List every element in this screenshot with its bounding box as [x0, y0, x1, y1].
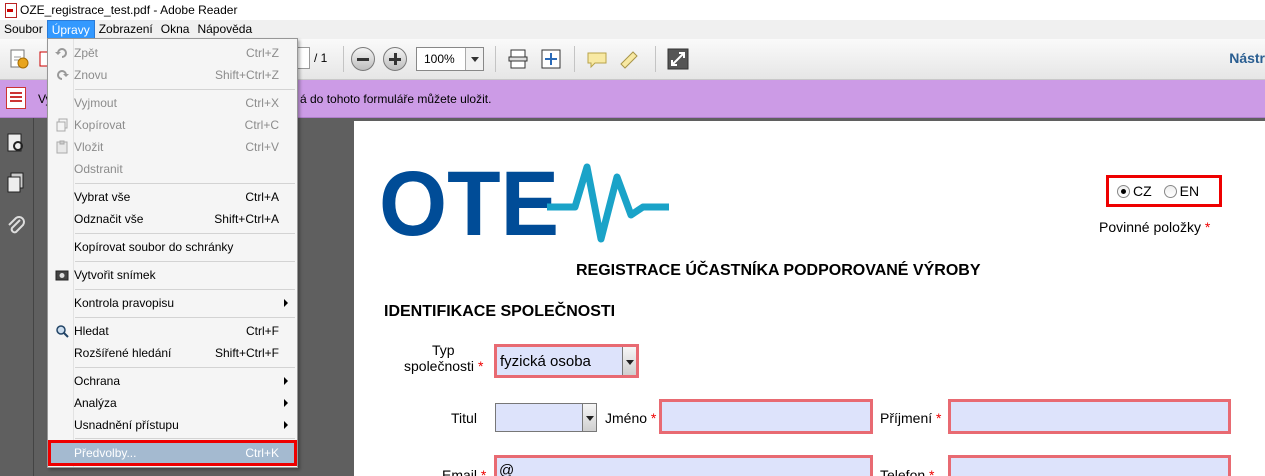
lang-cz-label: CZ — [1133, 183, 1152, 199]
menu-item-cut[interactable]: Vyjmout Ctrl+X — [50, 92, 295, 114]
fullscreen-icon[interactable] — [667, 48, 689, 70]
pdf-page: OTE CZ EN Povinné položky * REGISTRACE Ú… — [354, 121, 1265, 476]
menu-item-deselect-all[interactable]: Odznačit vše Shift+Ctrl+A — [50, 208, 295, 230]
company-type-label-2: společnosti * — [404, 358, 484, 374]
attachment-icon[interactable] — [6, 214, 26, 236]
email-label: Email * — [442, 467, 487, 476]
menu-item-paste[interactable]: Vložit Ctrl+V — [50, 136, 295, 158]
chevron-down-icon[interactable] — [465, 48, 483, 70]
fit-width-icon[interactable] — [540, 48, 562, 70]
titul-label: Titul — [451, 410, 477, 426]
required-label: Povinné položky — [1099, 219, 1201, 235]
prijmeni-label: Příjmení * — [880, 410, 942, 426]
submenu-arrow-icon — [284, 377, 288, 385]
telefon-label: Telefon * — [880, 467, 935, 476]
paste-icon — [56, 140, 68, 154]
redo-icon — [57, 70, 69, 80]
edit-menu: Zpět Ctrl+Z Znovu Shift+Ctrl+Z Vyjmout Ctrl… — [47, 38, 298, 468]
menu-item-spellcheck[interactable]: Kontrola pravopisu — [50, 292, 295, 314]
chevron-down-icon[interactable] — [622, 347, 636, 375]
submenu-arrow-icon — [284, 299, 288, 307]
required-fields-note: Povinné položky * — [1099, 219, 1210, 235]
navigation-pane — [0, 118, 34, 476]
window-title: OZE_registrace_test.pdf - Adobe Reader — [20, 3, 238, 17]
zoom-select[interactable]: 100% — [416, 47, 484, 71]
highlight-icon[interactable] — [618, 48, 640, 70]
notification-message: á do tohoto formuláře můžete uložit. — [300, 92, 492, 106]
menu-item-find[interactable]: Hledat Ctrl+F — [50, 320, 295, 342]
email-input[interactable]: @ — [494, 455, 873, 476]
radio-empty-icon — [1163, 184, 1177, 198]
company-type-label-1: Typ — [432, 342, 455, 358]
menu-item-delete[interactable]: Odstranit — [50, 158, 295, 180]
menu-soubor[interactable]: Soubor — [0, 20, 47, 39]
tools-panel-label[interactable]: Nástr — [1229, 50, 1265, 66]
page-number-input[interactable] — [296, 47, 310, 69]
company-type-value: fyzická osoba — [500, 353, 591, 370]
telefon-input[interactable] — [948, 455, 1231, 476]
svg-text:OTE: OTE — [379, 153, 559, 243]
radio-selected-icon — [1117, 184, 1130, 198]
menu-item-copy-file[interactable]: Kopírovat soubor do schránky — [50, 236, 295, 258]
submenu-arrow-icon — [284, 399, 288, 407]
menu-bar: Soubor Úpravy Zobrazení Okna Nápověda — [0, 20, 1265, 39]
menu-item-preferences[interactable]: Předvolby... Ctrl+K — [48, 440, 297, 466]
menu-napoveda[interactable]: Nápověda — [193, 20, 256, 39]
fit-page-icon[interactable] — [507, 48, 529, 70]
camera-icon — [55, 270, 69, 281]
lang-radio-en[interactable]: EN — [1163, 183, 1200, 199]
lang-radio-cz[interactable]: CZ — [1117, 183, 1152, 199]
menu-upravy[interactable]: Úpravy — [46, 20, 95, 39]
page-count: / 1 — [314, 51, 328, 65]
menu-item-select-all[interactable]: Vybrat vše Ctrl+A — [50, 186, 295, 208]
search-icon — [56, 325, 69, 338]
menu-item-accessibility[interactable]: Usnadnění přístupu — [50, 414, 295, 436]
titul-select[interactable] — [495, 403, 597, 432]
ote-logo: OTE — [379, 153, 669, 243]
menu-item-analysis[interactable]: Analýza — [50, 392, 295, 414]
create-pdf-icon[interactable] — [8, 48, 30, 70]
zoom-in-button[interactable] — [383, 47, 407, 71]
undo-icon — [55, 48, 67, 58]
pdf-file-icon — [4, 3, 17, 18]
menu-item-copy[interactable]: Kopírovat Ctrl+C — [50, 114, 295, 136]
menu-item-undo[interactable]: Zpět Ctrl+Z — [50, 42, 295, 64]
section-title: IDENTIFIKACE SPOLEČNOSTI — [384, 303, 616, 320]
jmeno-input[interactable] — [659, 399, 873, 434]
menu-item-advanced-search[interactable]: Rozšířené hledání Shift+Ctrl+F — [50, 342, 295, 364]
required-star: * — [1204, 219, 1211, 235]
menu-okna[interactable]: Okna — [157, 20, 194, 39]
copy-icon — [56, 118, 68, 132]
submenu-arrow-icon — [284, 421, 288, 429]
chevron-down-icon[interactable] — [582, 404, 596, 431]
form-notice-icon — [6, 87, 26, 109]
menu-item-snapshot[interactable]: Vytvořit snímek — [50, 264, 295, 286]
form-title: REGISTRACE ÚČASTNÍKA PODPOROVANÉ VÝROBY — [576, 262, 981, 279]
email-value: @ — [499, 462, 515, 476]
menu-item-protection[interactable]: Ochrana — [50, 370, 295, 392]
menu-item-redo[interactable]: Znovu Shift+Ctrl+Z — [50, 64, 295, 86]
zoom-out-button[interactable] — [351, 47, 375, 71]
company-type-select[interactable]: fyzická osoba — [494, 344, 639, 378]
zoom-value: 100% — [424, 52, 455, 66]
jmeno-label: Jméno * — [605, 410, 657, 426]
lang-en-label: EN — [1179, 183, 1200, 199]
language-selector: CZ EN — [1106, 175, 1222, 207]
menu-zobrazeni[interactable]: Zobrazení — [95, 20, 157, 39]
comment-icon[interactable] — [586, 49, 608, 71]
title-bar: OZE_registrace_test.pdf - Adobe Reader — [0, 0, 1265, 20]
page-thumbnails-icon[interactable] — [6, 132, 26, 154]
prijmeni-input[interactable] — [948, 399, 1231, 434]
pages-icon[interactable] — [6, 172, 26, 194]
